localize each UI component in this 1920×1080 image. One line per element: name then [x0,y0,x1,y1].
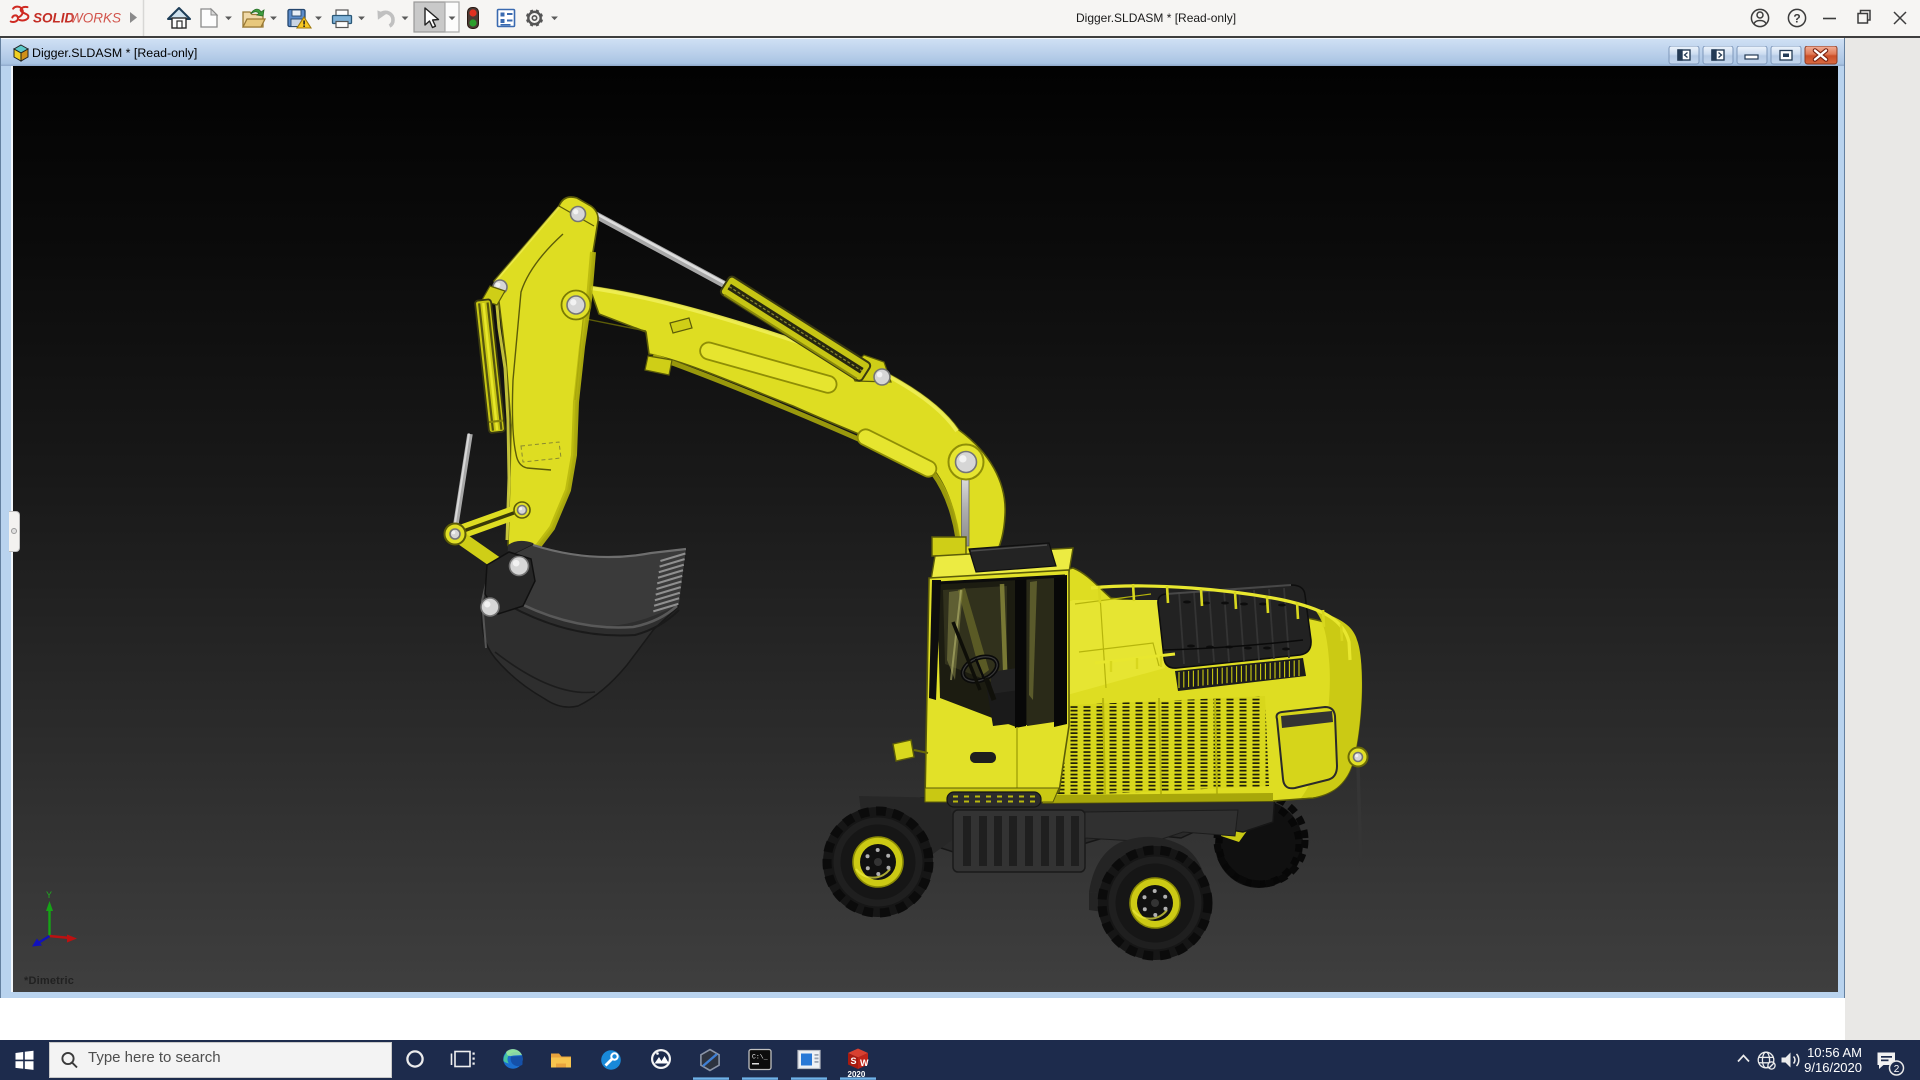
svg-text:S: S [851,1056,857,1066]
svg-text:2: 2 [1894,1064,1900,1075]
svg-text:WORKS: WORKS [70,11,121,26]
svg-text:W: W [860,1058,869,1068]
svg-text:SOLID: SOLID [33,11,75,26]
svg-text:?: ? [1793,12,1800,26]
svg-text:Y: Y [46,890,52,900]
svg-text:C:\_: C:\_ [752,1054,768,1061]
